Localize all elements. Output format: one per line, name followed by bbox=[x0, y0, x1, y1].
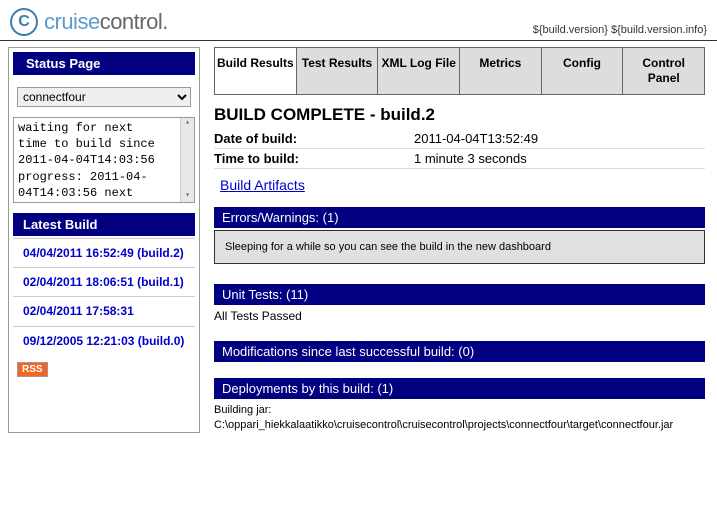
main-panel: Build Results Test Results XML Log File … bbox=[214, 47, 709, 433]
build-complete-title: BUILD COMPLETE - build.2 bbox=[214, 105, 705, 125]
date-value: 2011-04-04T13:52:49 bbox=[414, 131, 538, 146]
build-log[interactable]: waiting for next time to build since 201… bbox=[13, 117, 195, 203]
date-row: Date of build: 2011-04-04T13:52:49 bbox=[214, 131, 705, 149]
scrollbar[interactable]: ▴ ▾ bbox=[180, 118, 194, 202]
sidebar: Status Page connectfour waiting for next… bbox=[8, 47, 200, 433]
time-row: Time to build: 1 minute 3 seconds bbox=[214, 151, 705, 169]
tests-body: All Tests Passed bbox=[214, 309, 705, 323]
tab-metrics[interactable]: Metrics bbox=[460, 48, 542, 94]
logo-control: control. bbox=[100, 9, 168, 34]
tab-config[interactable]: Config bbox=[542, 48, 624, 94]
build-link[interactable]: 02/04/2011 17:58:31 bbox=[13, 296, 195, 325]
scroll-down-icon[interactable]: ▾ bbox=[185, 191, 190, 202]
status-page-header: Status Page bbox=[13, 52, 195, 75]
app-header: C cruisecontrol. ${build.version} ${buil… bbox=[0, 0, 717, 41]
main-container: Status Page connectfour waiting for next… bbox=[0, 41, 717, 439]
time-value: 1 minute 3 seconds bbox=[414, 151, 527, 166]
tab-control-panel[interactable]: Control Panel bbox=[623, 48, 704, 94]
project-dropdown[interactable]: connectfour bbox=[17, 87, 191, 107]
deploy-body: Building jar: C:\oppari_hiekkalaatikko\c… bbox=[214, 403, 705, 433]
rss-wrap: RSS bbox=[17, 361, 191, 377]
tab-build-results[interactable]: Build Results bbox=[215, 48, 297, 94]
tests-section-header: Unit Tests: (11) bbox=[214, 284, 705, 305]
deploy-section-header: Deployments by this build: (1) bbox=[214, 378, 705, 399]
version-info: ${build.version} ${build.version.info} bbox=[533, 24, 707, 36]
tab-bar: Build Results Test Results XML Log File … bbox=[214, 47, 705, 95]
build-link[interactable]: 02/04/2011 18:06:51 (build.1) bbox=[13, 267, 195, 296]
logo-cruise: cruise bbox=[44, 9, 100, 34]
project-select-wrap: connectfour bbox=[17, 87, 191, 107]
errors-section-header: Errors/Warnings: (1) bbox=[214, 207, 705, 228]
time-label: Time to build: bbox=[214, 151, 414, 166]
mods-spacer bbox=[214, 364, 705, 378]
build-link[interactable]: 04/04/2011 16:52:49 (build.2) bbox=[13, 238, 195, 267]
errors-body: Sleeping for a while so you can see the … bbox=[214, 230, 705, 264]
log-text: waiting for next time to build since 201… bbox=[18, 121, 155, 200]
logo-icon: C bbox=[10, 8, 38, 36]
logo-text: cruisecontrol. bbox=[44, 9, 168, 35]
logo: C cruisecontrol. bbox=[10, 8, 168, 36]
date-label: Date of build: bbox=[214, 131, 414, 146]
latest-build-header: Latest Build bbox=[13, 213, 195, 236]
build-artifacts-link[interactable]: Build Artifacts bbox=[220, 177, 305, 193]
tab-xml-log[interactable]: XML Log File bbox=[378, 48, 460, 94]
scroll-up-icon[interactable]: ▴ bbox=[185, 118, 190, 129]
mods-section-header: Modifications since last successful buil… bbox=[214, 341, 705, 362]
build-link[interactable]: 09/12/2005 12:21:03 (build.0) bbox=[13, 326, 195, 355]
tab-test-results[interactable]: Test Results bbox=[297, 48, 379, 94]
rss-icon[interactable]: RSS bbox=[17, 362, 48, 377]
